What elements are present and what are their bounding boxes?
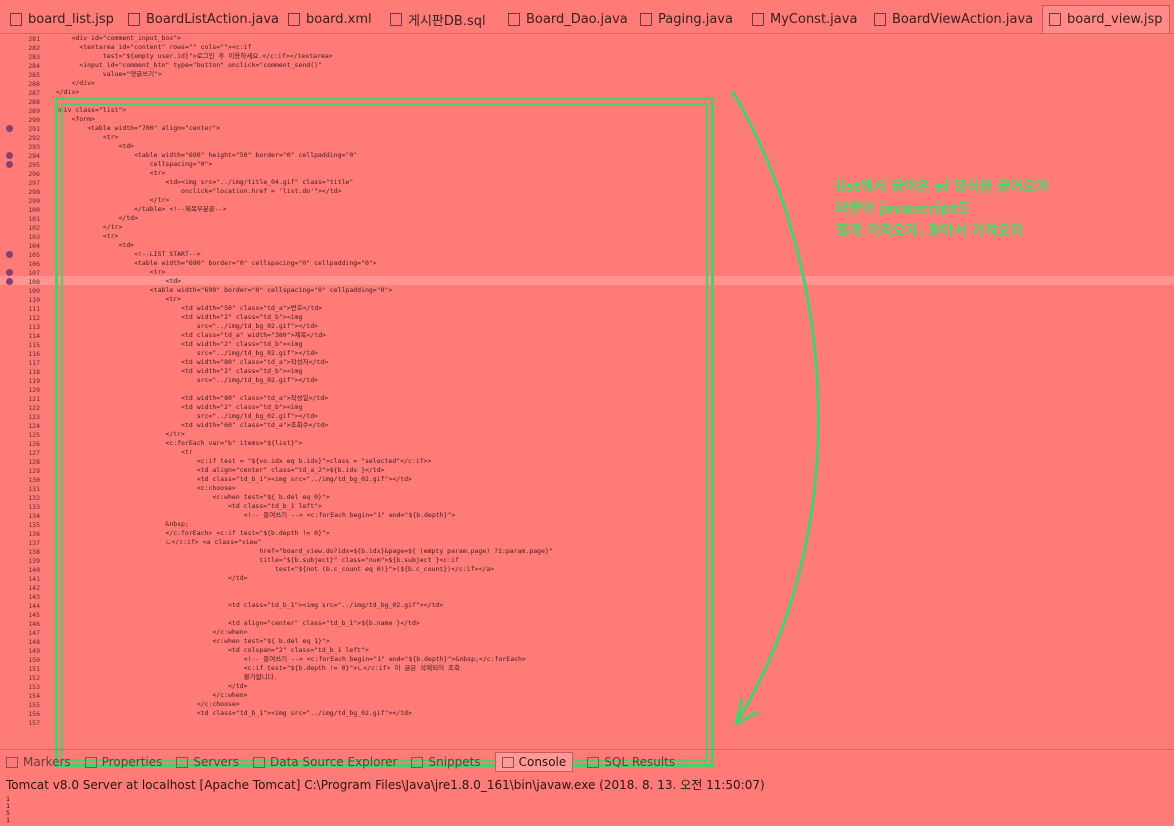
annotation-arrow [730, 90, 820, 726]
tab-board-list-jsp[interactable]: board_list.jsp [10, 6, 114, 33]
tab-label: MyConst.java [770, 12, 858, 27]
markers-icon [6, 756, 18, 768]
tab-boardviewaction-java[interactable]: BoardViewAction.java [874, 6, 1033, 33]
tab-boardlistaction-java[interactable]: BoardListAction.java [128, 6, 279, 33]
panel-tab-snippets[interactable]: Snippets [411, 755, 481, 769]
sql-file-icon [390, 13, 402, 26]
java-file-icon [640, 13, 652, 26]
console-header: Tomcat v8.0 Server at localhost [Apache … [6, 778, 765, 792]
jsp-file-icon [10, 13, 22, 26]
console-line: 1 [6, 816, 10, 824]
panel-tab-label: Markers [23, 755, 71, 769]
panel-tab-label: Snippets [428, 755, 481, 769]
console-icon [501, 756, 514, 768]
tab-myconst-java[interactable]: MyConst.java [752, 6, 857, 33]
tab-label: board_list.jsp [28, 12, 114, 27]
panel-tab-properties[interactable]: Properties [84, 755, 163, 769]
tab-label: board_view.jsp [1067, 12, 1163, 27]
properties-icon [84, 756, 97, 768]
panel-tab-markers[interactable]: Markers [6, 755, 71, 769]
annotation-line: list에서 긁어온 el 양식을 긁어오자 [836, 179, 1049, 195]
tab-board-dao-java[interactable]: Board_Dao.java [508, 6, 628, 33]
data-source-icon [253, 756, 265, 768]
tab-label: Paging.java [658, 12, 733, 27]
java-file-icon [128, 13, 140, 26]
sql-results-icon [587, 756, 600, 768]
tab-label: 게시판DB.sql [408, 14, 486, 29]
snippets-icon [411, 756, 424, 768]
panel-tab-label: Data Source Explorer [270, 755, 398, 769]
tab-label: Board_Dao.java [526, 12, 628, 27]
java-file-icon [874, 13, 886, 26]
panel-tab-label: Console [518, 755, 567, 769]
java-file-icon [752, 13, 764, 26]
tab-paging-java[interactable]: Paging.java [640, 6, 733, 33]
tab-label: board.xml [306, 12, 372, 27]
panel-tab-sql-results[interactable]: SQL Results [587, 755, 675, 769]
panel-tab-data-source-explorer[interactable]: Data Source Explorer [253, 755, 397, 769]
java-file-icon [508, 13, 520, 26]
annotation-line: 더불어 javascript도 [836, 201, 971, 217]
jsp-file-icon [1049, 13, 1061, 26]
xml-file-icon [288, 13, 300, 26]
bottom-panel-tabs: Markers Properties Servers Data Source Expl… [0, 749, 1174, 774]
panel-tab-servers[interactable]: Servers [176, 755, 239, 769]
tab-label: BoardViewAction.java [892, 12, 1034, 27]
tab-board-view-jsp[interactable]: board_view.jsp [1042, 5, 1170, 33]
code-editor[interactable]: 281 282 283 284 285 286 287 288 289 290 291 292 293 2… [0, 34, 1174, 767]
tab--db-sql[interactable]: 게시판DB.sql [390, 6, 486, 33]
tab-board-xml[interactable]: board.xml [288, 6, 372, 33]
panel-tab-console[interactable]: Console [494, 752, 574, 772]
panel-tab-label: SQL Results [604, 755, 676, 769]
annotation-line: 몇개 가져오자. 알아서 가져오자 [836, 223, 1024, 239]
annotation-text: list에서 긁어온 el 양식을 긁어오자더불어 javascript도몇개 … [836, 176, 1049, 242]
servers-icon [176, 756, 189, 768]
editor-tab-bar: board_list.jsp BoardListAction.java board.… [0, 0, 1174, 34]
panel-tab-label: Servers [193, 755, 239, 769]
tab-label: BoardListAction.java [146, 12, 280, 27]
console-output: 1151 [6, 796, 10, 824]
panel-tab-label: Properties [101, 755, 163, 769]
